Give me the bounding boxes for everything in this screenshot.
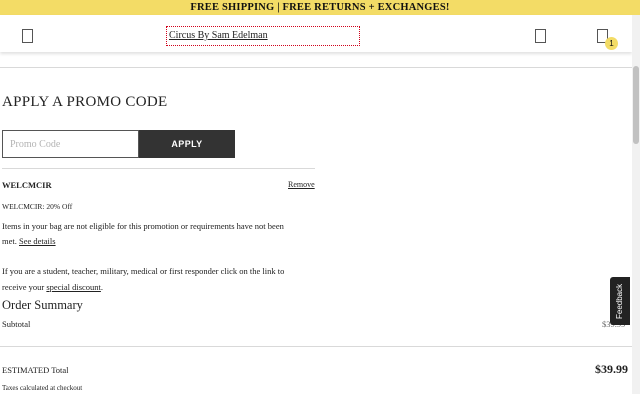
promo-notice-line2: met. See details (2, 236, 56, 246)
tax-note: Taxes calculated at checkout (2, 384, 83, 392)
student-notice-line1: If you are a student, teacher, military,… (2, 266, 285, 276)
bag-count-badge: 1 (605, 37, 618, 50)
special-discount-link[interactable]: special discount (46, 282, 101, 292)
feedback-tab[interactable]: Feedback (610, 277, 630, 325)
promo-description: WELCMCIR: 20% Off (2, 202, 73, 211)
menu-icon[interactable] (22, 29, 33, 43)
promo-banner: FREE SHIPPING | FREE RETURNS + EXCHANGES… (0, 0, 640, 15)
student-notice-suffix: . (100, 282, 104, 292)
scrollbar-thumb[interactable] (633, 66, 639, 144)
brand-logo-alt-text: Circus By Sam Edelman (169, 30, 268, 41)
promo-notice-line1: Items in your bag are not eligible for t… (2, 221, 284, 231)
search-icon[interactable] (535, 29, 546, 43)
summary-divider (0, 346, 632, 347)
apply-button[interactable]: APPLY (139, 130, 235, 158)
promo-divider (2, 168, 315, 169)
student-notice-prefix: receive your (2, 282, 47, 292)
promo-code-input[interactable] (2, 130, 139, 158)
promo-banner-text: FREE SHIPPING | FREE RETURNS + EXCHANGES… (190, 2, 450, 13)
see-details-link[interactable]: See details (19, 236, 56, 246)
applied-promo-code: WELCMCIR (2, 180, 52, 190)
order-summary-title: Order Summary (2, 298, 83, 312)
promo-title: APPLY A PROMO CODE (2, 94, 168, 110)
brand-logo[interactable]: Circus By Sam Edelman (166, 26, 360, 46)
estimated-total-value: $39.99 (595, 362, 628, 376)
subtotal-label: Subtotal (2, 319, 31, 329)
promo-notice-prefix: met. (2, 236, 19, 246)
estimated-total-label: ESTIMATED Total (2, 365, 69, 375)
remove-promo-link[interactable]: Remove (288, 180, 315, 189)
site-header: Circus By Sam Edelman (0, 15, 632, 52)
header-divider (0, 67, 632, 68)
student-notice-line2: receive your special discount. (2, 282, 103, 292)
page-scrollbar[interactable] (632, 15, 640, 394)
